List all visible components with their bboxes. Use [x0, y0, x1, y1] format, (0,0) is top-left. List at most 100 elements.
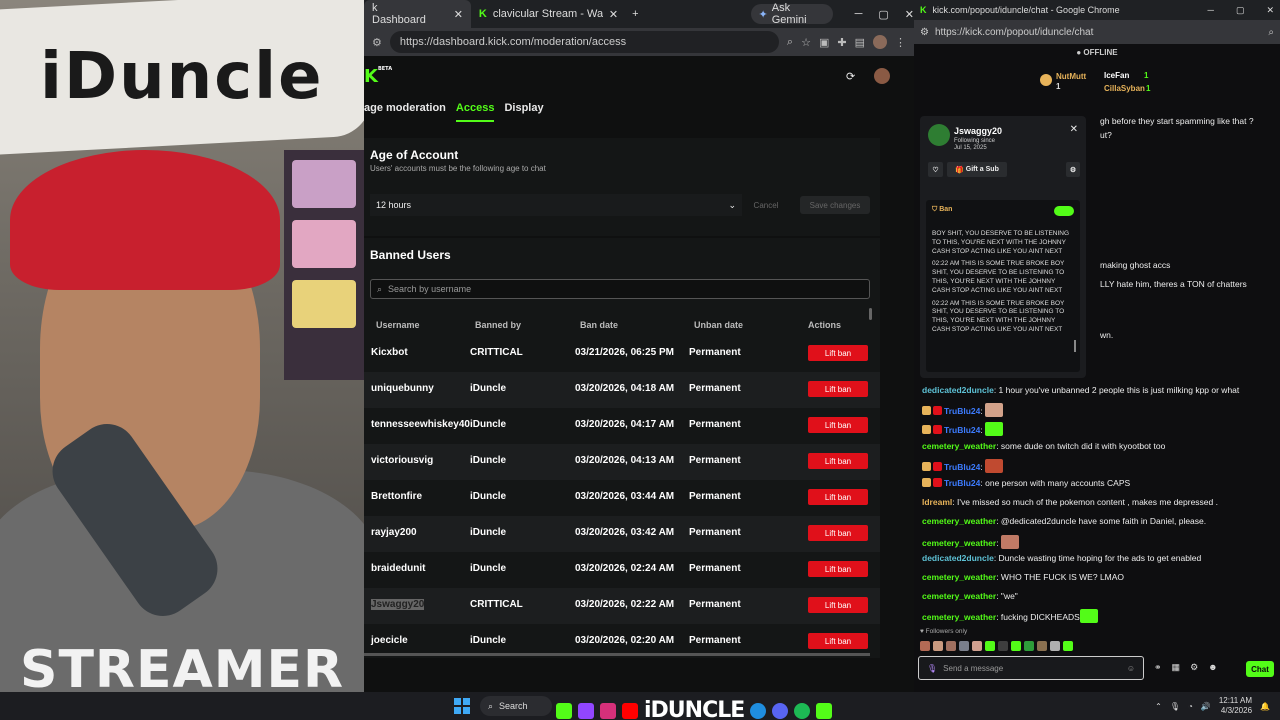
youtube-app-icon[interactable] [622, 702, 638, 719]
cell-user[interactable]: Jswaggy20 [371, 599, 425, 610]
chat-username[interactable]: TruBlu24 [944, 478, 980, 488]
leader-name[interactable]: NutMutt [1056, 72, 1086, 81]
emote[interactable] [1063, 641, 1073, 651]
ban-toggle[interactable] [1054, 206, 1074, 216]
chat-username[interactable]: cemetery_weather [922, 516, 996, 526]
link-icon[interactable]: ⚭ [1154, 662, 1162, 673]
bell-icon[interactable]: 🔔 [1260, 702, 1270, 711]
chat-username[interactable]: ldreaml [922, 497, 952, 507]
cell-user[interactable]: rayjay200 [371, 527, 417, 538]
microphone-icon[interactable]: 🎙 [927, 664, 937, 673]
twitch-app-icon[interactable] [578, 702, 594, 719]
lift-ban-button[interactable]: Lift ban [808, 453, 868, 469]
lift-ban-button[interactable]: Lift ban [808, 597, 868, 613]
kick-logo[interactable]: KBETA [364, 66, 392, 87]
chat-username[interactable]: cemetery_weather [922, 441, 996, 451]
kick-studio-app-icon[interactable] [816, 702, 833, 719]
emote[interactable] [920, 641, 930, 651]
tab-access[interactable]: Access [455, 102, 495, 122]
site-info-icon[interactable]: ⚙ [920, 27, 929, 38]
site-info-icon[interactable]: ⚙ [372, 36, 382, 49]
chevron-up-icon[interactable]: ⌃ [1155, 702, 1162, 711]
chat-input[interactable]: 🎙 Send a message ☺ [918, 656, 1144, 680]
maximize-icon[interactable]: ▢ [1236, 5, 1245, 16]
close-icon[interactable]: ✕ [454, 8, 463, 21]
gift-sub-button[interactable]: 🎁 Gift a Sub [947, 162, 1007, 177]
emote[interactable] [985, 459, 1004, 473]
bookmark-star-icon[interactable]: ☆ [801, 36, 811, 49]
cell-user[interactable]: uniquebunny [371, 383, 434, 394]
discord-app-icon[interactable] [772, 702, 789, 719]
gear-icon[interactable]: ⚙ [1190, 662, 1198, 673]
emote[interactable] [946, 641, 956, 651]
windows-start-icon[interactable] [454, 698, 470, 714]
microphone-icon[interactable]: 🎙 [1170, 702, 1180, 711]
emote[interactable] [985, 422, 1004, 436]
emoji-icon[interactable]: ☺ [1127, 664, 1135, 673]
minimize-icon[interactable]: ─ [1208, 5, 1214, 15]
emote[interactable] [998, 641, 1008, 651]
lift-ban-button[interactable]: Lift ban [808, 345, 868, 361]
emote[interactable] [1050, 641, 1060, 651]
close-window-icon[interactable]: ✕ [1266, 5, 1274, 16]
account-age-select[interactable]: 12 hours ⌄ [370, 194, 742, 216]
edge-app-icon[interactable] [750, 702, 767, 719]
emote[interactable] [959, 641, 969, 651]
cell-user[interactable]: victoriousvig [371, 455, 433, 466]
calendar-icon[interactable]: ▦ [1172, 662, 1181, 673]
leader-name[interactable]: CillaSyban [1104, 84, 1145, 93]
emote[interactable] [1079, 609, 1098, 623]
cell-user[interactable]: braidedunit [371, 563, 425, 574]
volume-icon[interactable]: 🔊 [1201, 702, 1211, 711]
spotify-app-icon[interactable] [794, 702, 811, 719]
gemini-button[interactable]: ✦ Ask Gemini [750, 2, 833, 26]
chat-username[interactable]: TruBlu24 [944, 425, 980, 435]
horizontal-scrollbar[interactable] [364, 653, 870, 656]
puzzle-icon[interactable]: ✚ [837, 36, 846, 49]
chat-username[interactable]: dedicated2duncle [922, 385, 994, 395]
refresh-icon[interactable]: ⟳ [846, 70, 855, 83]
zoom-icon[interactable]: ⌕ [1268, 27, 1274, 38]
minimize-icon[interactable]: ─ [855, 8, 863, 20]
close-icon[interactable]: ✕ [609, 8, 618, 21]
leader-name[interactable]: IceFan [1104, 71, 1129, 80]
emote[interactable] [1024, 641, 1034, 651]
chat-username[interactable]: TruBlu24 [944, 462, 980, 472]
wifi-icon[interactable]: ◔ [1188, 702, 1193, 711]
tab-clavicular[interactable]: K clavicular Stream - Watch Live ✕ [471, 0, 626, 28]
emote[interactable] [1037, 641, 1047, 651]
kick-app-icon[interactable] [556, 702, 572, 719]
lift-ban-button[interactable]: Lift ban [808, 561, 868, 577]
clock[interactable]: 12:11 AM 4/3/2026 [1219, 696, 1252, 716]
tab-dashboard[interactable]: k Dashboard ✕ [364, 0, 471, 28]
chat-username[interactable]: cemetery_weather [922, 572, 996, 582]
new-tab-icon[interactable]: + [632, 8, 638, 20]
tab-display[interactable]: Display [504, 102, 543, 122]
emote-picker-icon[interactable]: ☻ [1208, 662, 1217, 673]
chat-send-button[interactable]: Chat [1246, 661, 1274, 677]
tab-chat-moderation[interactable]: age moderation [364, 102, 446, 122]
taskbar-search[interactable]: ⌕ Search [480, 696, 552, 716]
lift-ban-button[interactable]: Lift ban [808, 381, 868, 397]
cell-user[interactable]: Kicxbot [371, 347, 408, 358]
usercard-more-button[interactable]: ⚙ [1066, 162, 1080, 177]
url-field[interactable]: https://dashboard.kick.com/moderation/ac… [389, 31, 779, 53]
emote[interactable] [1011, 641, 1021, 651]
close-icon[interactable]: ✕ [1070, 124, 1078, 135]
lift-ban-button[interactable]: Lift ban [808, 633, 868, 649]
maximize-icon[interactable]: ▢ [878, 8, 888, 21]
chat-username[interactable]: cemetery_weather [922, 612, 996, 622]
emote[interactable] [1000, 535, 1019, 549]
chat-username[interactable]: dedicated2duncle [922, 553, 994, 563]
profile-avatar[interactable] [873, 35, 887, 49]
cancel-button[interactable]: Cancel [748, 196, 784, 214]
chat-username[interactable]: TruBlu24 [944, 406, 980, 416]
scrollbar[interactable] [869, 308, 872, 320]
emote[interactable] [985, 403, 1004, 417]
scrollbar[interactable] [1074, 340, 1076, 352]
chat-url[interactable]: https://kick.com/popout/iduncle/chat [935, 27, 1093, 38]
extension-icon[interactable]: ▣ [819, 36, 829, 49]
lift-ban-button[interactable]: Lift ban [808, 525, 868, 541]
cell-user[interactable]: joecicle [371, 635, 408, 646]
emote[interactable] [972, 641, 982, 651]
